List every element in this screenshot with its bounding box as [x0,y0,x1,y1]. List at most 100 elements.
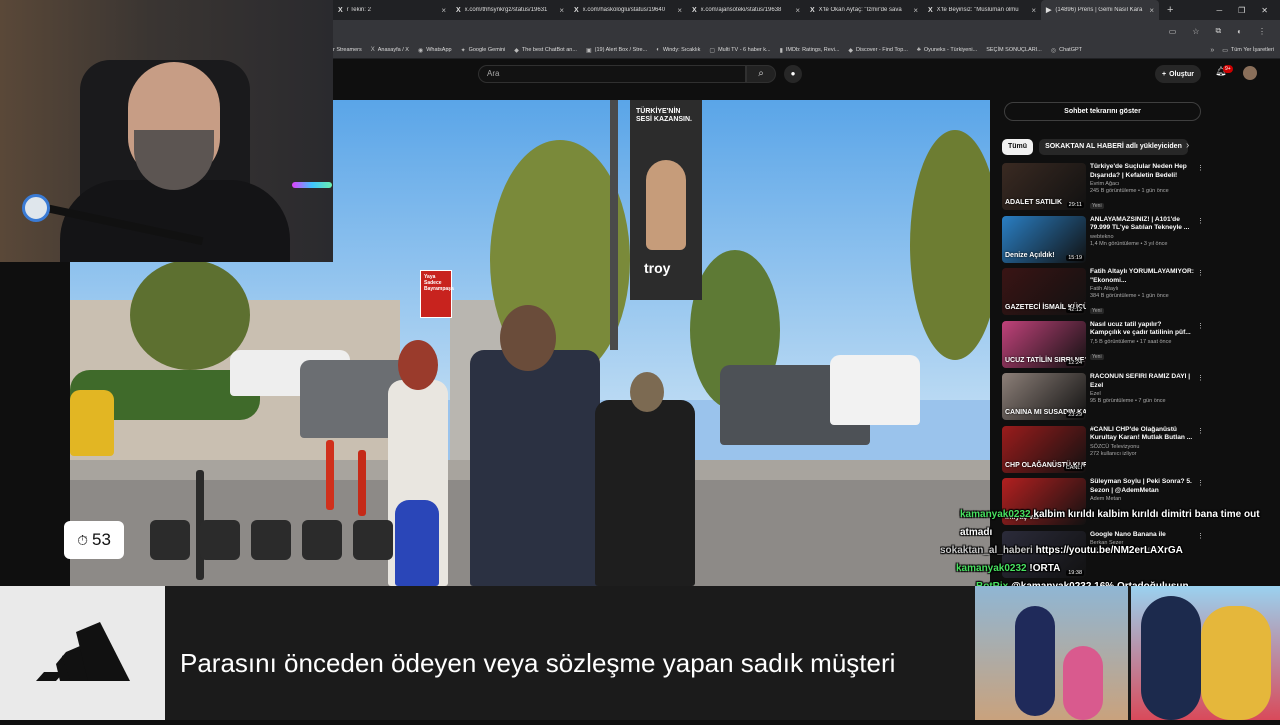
chevron-right-icon[interactable]: › [1186,140,1189,151]
video-thumbnail[interactable]: GAZETECİ İSMAİL KÜÇÜKKAYA42:12 [1002,268,1086,315]
video-thumbnail[interactable]: Denize Açıldık! 15:19 [1002,215,1086,263]
close-tab-icon[interactable]: × [1031,6,1036,15]
bookmarks-more-button[interactable]: » [1210,47,1214,54]
bookmark-item[interactable]: ◎ ChatGPT [1051,47,1082,54]
recommended-video[interactable]: GAZETECİ İSMAİL KÜÇÜKKAYA42:12Fatih Alta… [1002,268,1204,316]
video-thumbnail[interactable]: ADALET SATILIK 29:11 [1002,163,1086,210]
video-title[interactable]: Nasıl ucuz tatil yapılır? Kampçılık ve ç… [1090,321,1194,338]
profile-icon[interactable]: ◐ [1237,27,1242,36]
search-button[interactable]: ⌕ [746,65,776,83]
show-chat-replay-button[interactable]: Sohbet tekrarını göster [1004,102,1201,121]
microphone-icon [22,194,50,222]
browser-tab[interactable]: Xx.com/thhsynkrgz/status/19631 × [451,0,569,20]
bookmark-item[interactable]: ▮ IMDb: Ratings, Revi... [780,47,840,54]
close-tab-icon[interactable]: × [441,6,446,15]
more-options-icon[interactable]: ⋮ [1197,322,1204,330]
bookmark-list: r Streamers X Anasayfa / X ◉ WhatsApp ✦ Google… [333,47,1091,54]
close-window-icon[interactable]: ✕ [1261,6,1268,15]
tab-favicon-icon: X [692,6,697,14]
browser-tab[interactable]: Xr Tekin: 2 × [333,0,451,20]
video-meta: 384 B görüntüleme • 1 gün önce [1090,293,1169,299]
chat-message: BotRix @kamanyak0232 16% Ortadoğuluşun [976,578,1270,586]
channel-name[interactable]: Evrim Ağacı [1090,181,1194,187]
all-bookmarks-button[interactable]: ▭ Tüm Yer İşaretleri [1222,47,1274,54]
more-options-icon[interactable]: ⋮ [1197,164,1204,172]
chip-from-uploader[interactable]: SOKAKTAN AL HABERİ adlı yükleyiciden [1039,138,1188,155]
more-options-icon[interactable]: ⋮ [1197,269,1204,277]
bookmark-item[interactable]: X Anasayfa / X [371,47,409,53]
recommended-video[interactable]: CANINA MI SUSADIN KARDEŞ?23:29RACONUN SE… [1002,373,1204,421]
voice-search-button[interactable]: ● [784,65,802,83]
minimize-icon[interactable]: ─ [1216,6,1222,15]
tab-list: Xr Tekin: 2 × Xx.com/thhsynkrgz/status/196… [333,0,1159,20]
new-tab-button[interactable]: + [1159,4,1181,16]
channel-name[interactable]: SÖZCÜ Televizyonu [1090,444,1194,450]
browser-tab[interactable]: ▶ (14896) Prens | Gemi Nasıl Kara × [1041,0,1159,20]
maximize-icon[interactable]: ❐ [1238,6,1245,15]
bookmark-item[interactable]: r Streamers [333,47,362,53]
more-options-icon[interactable]: ⋮ [1197,479,1204,487]
bookmark-item[interactable]: ◉ WhatsApp [418,47,452,54]
video-title[interactable]: #CANLI CHP'de Olağanüstü Kurultay Kararı… [1090,426,1194,443]
bookmark-item[interactable]: ◆ The best ChatBot an... [514,47,577,54]
bookmark-item[interactable]: ♣ Oyuneks - Türkiyeni... [917,47,977,53]
recommended-video[interactable]: CHP OLAĞANÜSTÜ KURULTAYACANLI#CANLI CHP'… [1002,425,1204,474]
new-badge: Yeni [1090,308,1104,314]
video-meta: 272 kullanıcı izliyor [1090,450,1137,457]
cast-icon[interactable]: ▭ [1169,27,1177,36]
search-input[interactable]: Ara [478,65,746,83]
recommended-video[interactable]: ADALET SATILIK 29:11 Türkiye'de Suçlular N… [1002,163,1204,211]
more-options-icon[interactable]: ⋮ [1197,374,1204,382]
create-button[interactable]: + Oluştur [1155,65,1201,83]
channel-name[interactable]: webtekno [1090,234,1194,240]
account-avatar[interactable] [1243,66,1257,80]
video-title[interactable]: Süleyman Soylu | Peki Sonra? 5. Sezon | … [1090,478,1194,495]
bookmark-item[interactable]: ◆ Discover - Find Top... [848,47,908,54]
overlay-slot [353,520,393,560]
video-thumbnail[interactable]: CHP OLAĞANÜSTÜ KURULTAYACANLI [1002,425,1086,473]
browser-tab[interactable]: X X'te Okan Aytaç: "İzmir'de sava × [805,0,923,20]
recommended-video[interactable]: UCUZ TATİLİN SIRRI NE? 12:24 Nasıl ucuz ta… [1002,320,1204,369]
bookmark-item[interactable]: SEÇİM SONUÇLARI... [986,47,1042,53]
close-tab-icon[interactable]: × [913,6,918,15]
close-tab-icon[interactable]: × [677,6,682,15]
browser-tab[interactable]: X X'te Beyinsiz: "Müslüman olmu × [923,0,1041,20]
extensions-icon[interactable]: ⧉ [1215,26,1221,36]
video-thumbnail[interactable]: CANINA MI SUSADIN KARDEŞ?23:29 [1002,373,1086,420]
more-options-icon[interactable]: ⋮ [1197,427,1204,435]
star-icon[interactable]: ☆ [1192,27,1199,36]
video-pole [610,100,618,350]
adidas-stripes-icon [36,622,130,681]
bookmark-item[interactable]: ◐ Windy: Sıcaklık [656,47,700,53]
search-icon: ⌕ [758,68,764,79]
recommended-video[interactable]: Denize Açıldık! 15:19 ANLAYAMAZSINIZ! | A1… [1002,215,1204,264]
more-options-icon[interactable]: ⋮ [1197,217,1204,225]
overlay-slot [200,520,240,560]
bookmark-favicon-icon: ◐ [656,47,660,53]
close-tab-icon[interactable]: × [1149,6,1154,15]
close-tab-icon[interactable]: × [559,6,564,15]
bookmark-item[interactable]: ▣ (19) Alert Box / Stre... [586,47,647,54]
close-tab-icon[interactable]: × [795,6,800,15]
video-thumbnail[interactable]: UCUZ TATİLİN SIRRI NE? 12:24 [1002,320,1086,368]
video-title[interactable]: Türkiye'de Suçlular Neden Hep Dışarıda? … [1090,163,1194,180]
browser-tab[interactable]: Xx.com/ajansoteki/status/19638 × [687,0,805,20]
chip-all[interactable]: Tümü [1002,138,1034,155]
channel-name[interactable]: Ezel [1090,391,1194,397]
video-title[interactable]: RACONUN SEFİRİ RAMİZ DAYI | Ezel [1090,373,1194,390]
video-title[interactable]: ANLAYAMAZSINIZ! | A101'de 79.999 TL'ye S… [1090,216,1194,233]
channel-name[interactable]: Fatih Altaylı [1090,286,1194,292]
channel-name[interactable]: Adem Metan [1090,496,1194,502]
ad-banner[interactable]: Parasını önceden ödeyen veya sözleşme ya… [0,586,1280,720]
browser-tab[interactable]: Xx.com/haskologlu/status/19640 × [569,0,687,20]
bookmark-favicon-icon: ▢ [709,47,716,54]
tab-title: x.com/ajansoteki/status/19638 [700,7,782,13]
bookmark-label: Windy: Sıcaklık [662,47,701,53]
bookmark-item[interactable]: ✦ Google Gemini [461,47,506,54]
video-info: #CANLI CHP'de Olağanüstü Kurultay Kararı… [1090,426,1194,457]
browser-menu-icon[interactable]: ⋮ [1258,27,1266,36]
bookmark-item[interactable]: ▢ Multi TV - 6 haber k... [709,47,770,54]
new-badge: Yeni [1090,203,1104,209]
video-title[interactable]: Fatih Altaylı YORUMLAYAMIYOR: "Ekonomi..… [1090,268,1194,285]
bookmark-favicon-icon: X [370,47,375,53]
